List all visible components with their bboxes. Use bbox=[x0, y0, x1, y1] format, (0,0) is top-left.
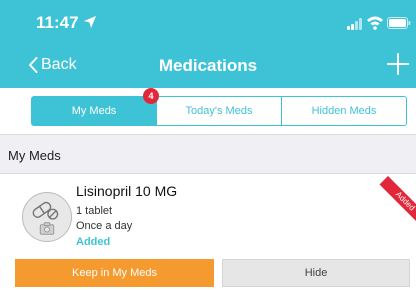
tab-my-meds[interactable]: My Meds bbox=[32, 97, 156, 125]
medication-frequency: Once a day bbox=[76, 220, 133, 232]
status-time: 11:47 bbox=[36, 13, 79, 32]
tab-hidden-meds[interactable]: Hidden Meds bbox=[281, 97, 406, 125]
app-header: 11:47 Back Medications bbox=[0, 0, 416, 88]
location-arrow-icon bbox=[84, 16, 96, 28]
section-title: My Meds bbox=[8, 148, 61, 163]
section-header: My Meds bbox=[0, 134, 416, 174]
notification-badge: 4 bbox=[143, 88, 159, 104]
tab-todays-meds[interactable]: Today's Meds bbox=[156, 97, 281, 125]
status-bar: 11:47 bbox=[0, 0, 416, 44]
plus-icon[interactable] bbox=[384, 50, 412, 78]
tab-bar-area: My Meds Today's Meds Hidden Meds 4 bbox=[0, 88, 416, 134]
medication-dose: 1 tablet bbox=[76, 205, 113, 217]
signal-icon bbox=[347, 18, 363, 30]
nav-bar: Back Medications bbox=[0, 44, 416, 88]
segmented-control: My Meds Today's Meds Hidden Meds bbox=[31, 96, 407, 126]
page-title: Medications bbox=[158, 56, 258, 75]
battery-icon bbox=[387, 17, 411, 29]
pill-camera-icon[interactable] bbox=[22, 192, 72, 242]
added-ribbon: Added bbox=[379, 176, 416, 227]
medication-card[interactable]: Lisinopril 10 MG 1 tablet Once a day Add… bbox=[0, 174, 416, 290]
keep-in-my-meds-button[interactable]: Keep in My Meds bbox=[15, 259, 214, 287]
hide-button[interactable]: Hide bbox=[222, 259, 410, 287]
medication-status: Added bbox=[76, 236, 111, 248]
wifi-icon bbox=[367, 16, 383, 30]
medication-name: Lisinopril 10 MG bbox=[76, 183, 178, 199]
